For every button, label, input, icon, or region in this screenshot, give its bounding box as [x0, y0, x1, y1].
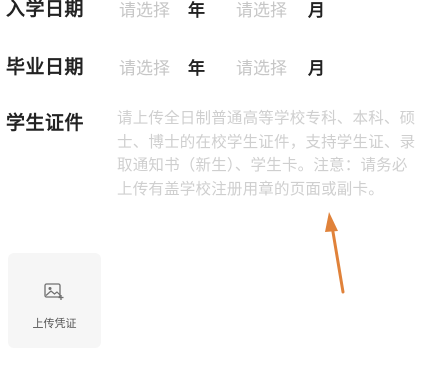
image-add-icon	[44, 283, 64, 301]
student-certificate-hint: 请上传全日制普通高等学校专科、本科、硕士、博士的在校学生证件，支持学生证、录取通…	[117, 109, 416, 198]
graduation-year-unit: 年	[188, 59, 205, 79]
enrollment-month-unit: 月	[308, 1, 325, 21]
enrollment-date-label: 入学日期	[6, 0, 85, 20]
graduation-year-picker[interactable]: 请选择	[119, 54, 170, 79]
upload-certificate-button[interactable]: 上传凭证	[8, 253, 101, 348]
arrow-shaft	[330, 224, 345, 294]
enrollment-year-unit: 年	[188, 1, 205, 21]
graduation-date-label: 毕业日期	[6, 56, 85, 78]
graduation-month-picker[interactable]: 请选择	[236, 54, 287, 79]
enrollment-year-picker[interactable]: 请选择	[119, 0, 170, 21]
enrollment-month-picker[interactable]: 请选择	[236, 0, 287, 21]
student-certificate-label: 学生证件	[6, 112, 85, 134]
upload-certificate-label: 上传凭证	[32, 317, 77, 330]
arrow-head	[325, 212, 338, 232]
graduation-month-unit: 月	[308, 59, 325, 79]
